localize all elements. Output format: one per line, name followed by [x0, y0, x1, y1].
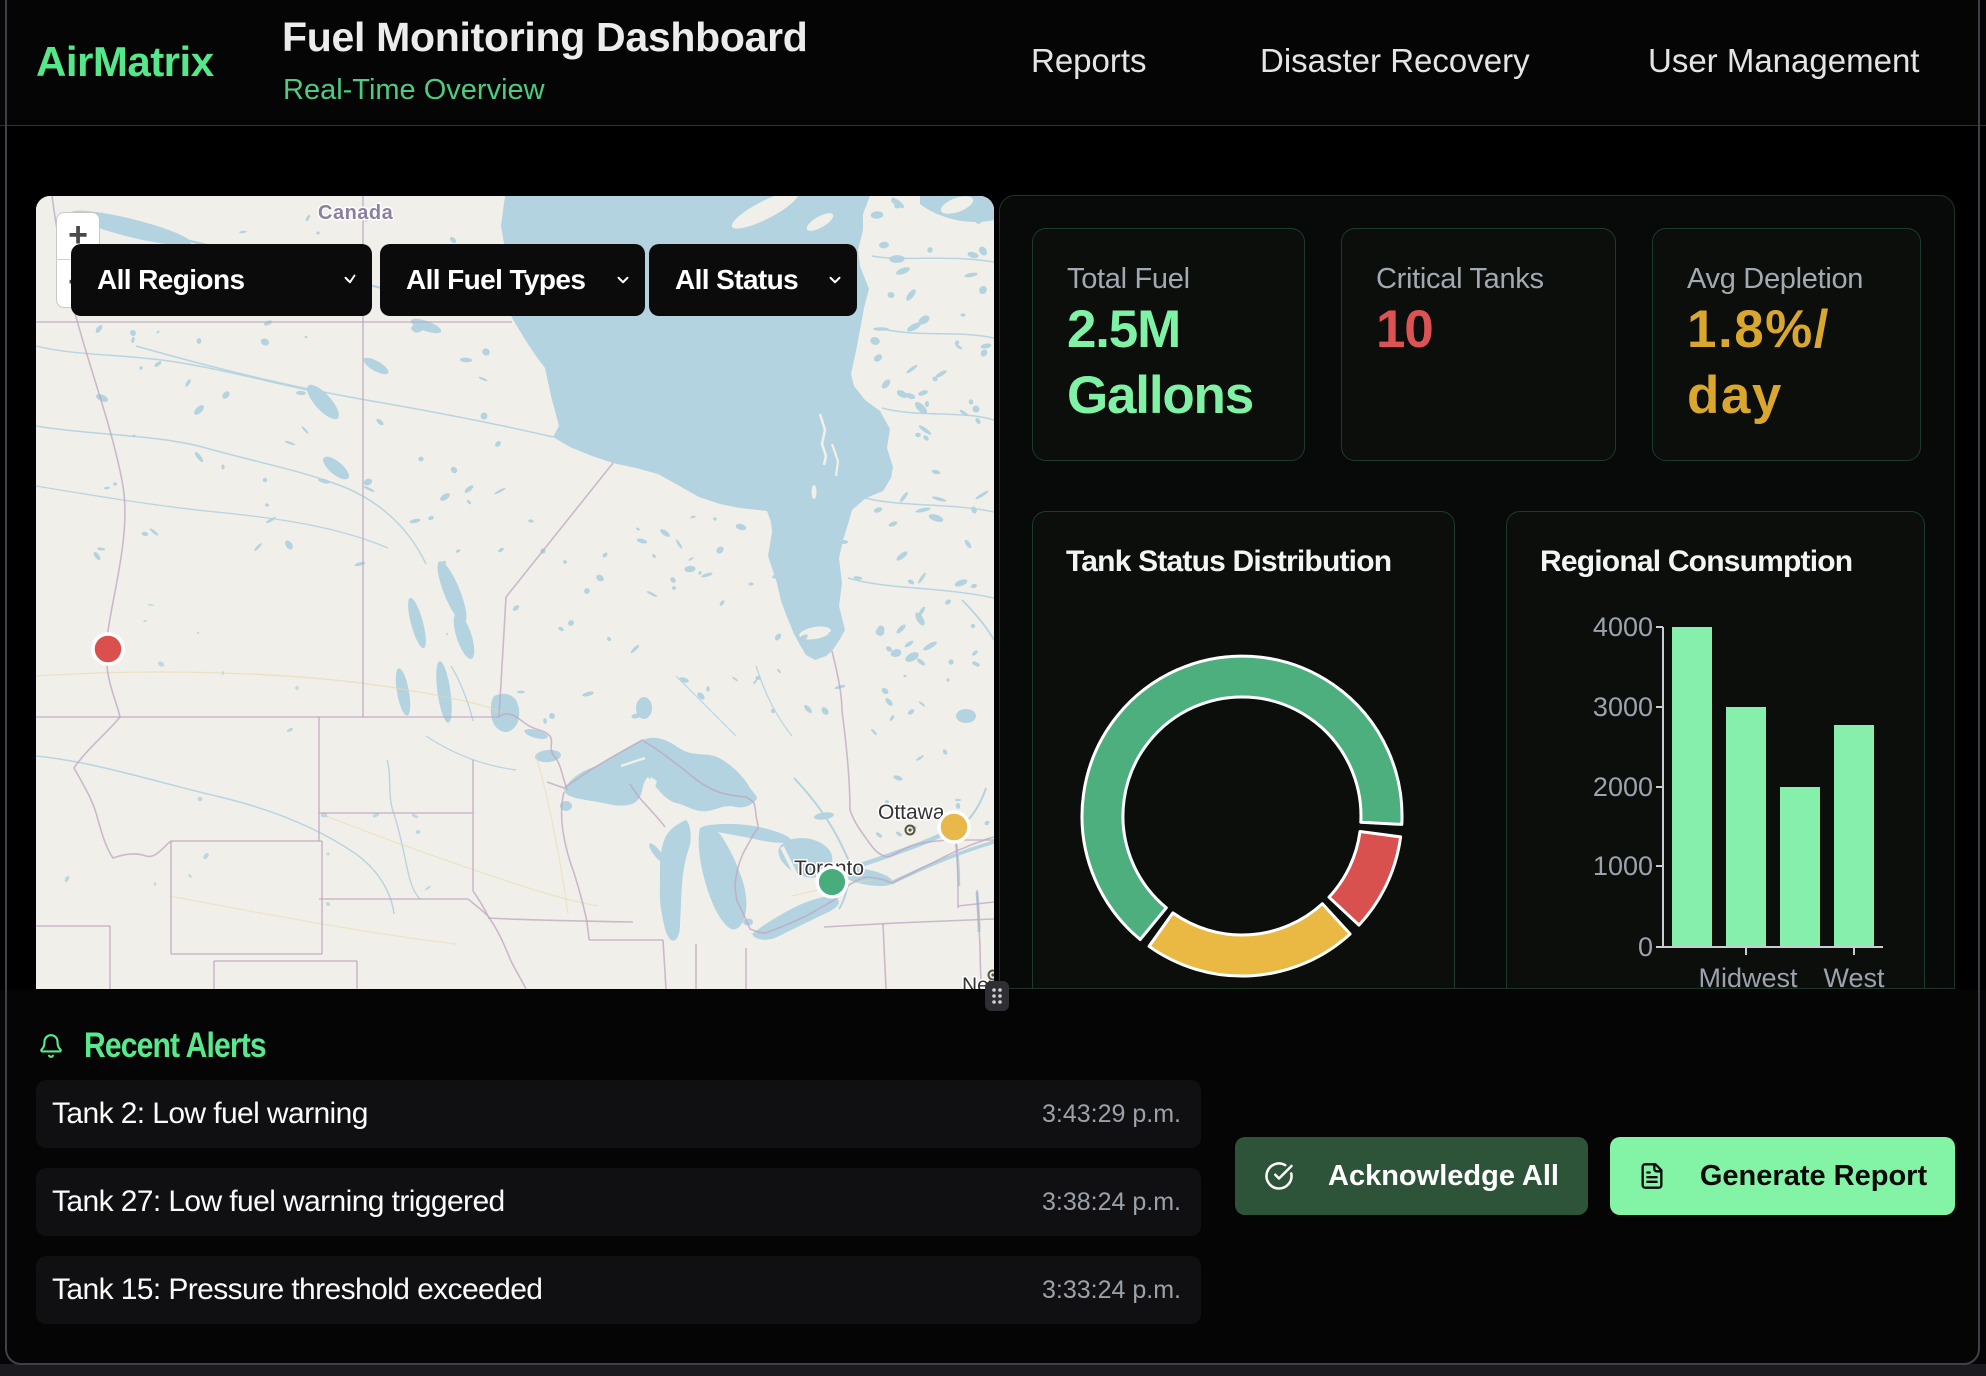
svg-text:0: 0	[1638, 932, 1653, 962]
svg-text:West: West	[1823, 963, 1885, 989]
svg-text:Midwest: Midwest	[1698, 963, 1798, 989]
svg-text:2000: 2000	[1593, 772, 1653, 802]
svg-text:Ottawa: Ottawa	[878, 801, 945, 824]
svg-text:1000: 1000	[1593, 851, 1653, 881]
svg-text:3000: 3000	[1593, 692, 1653, 722]
svg-text:Canada: Canada	[318, 202, 394, 224]
svg-text:4000: 4000	[1593, 612, 1653, 642]
